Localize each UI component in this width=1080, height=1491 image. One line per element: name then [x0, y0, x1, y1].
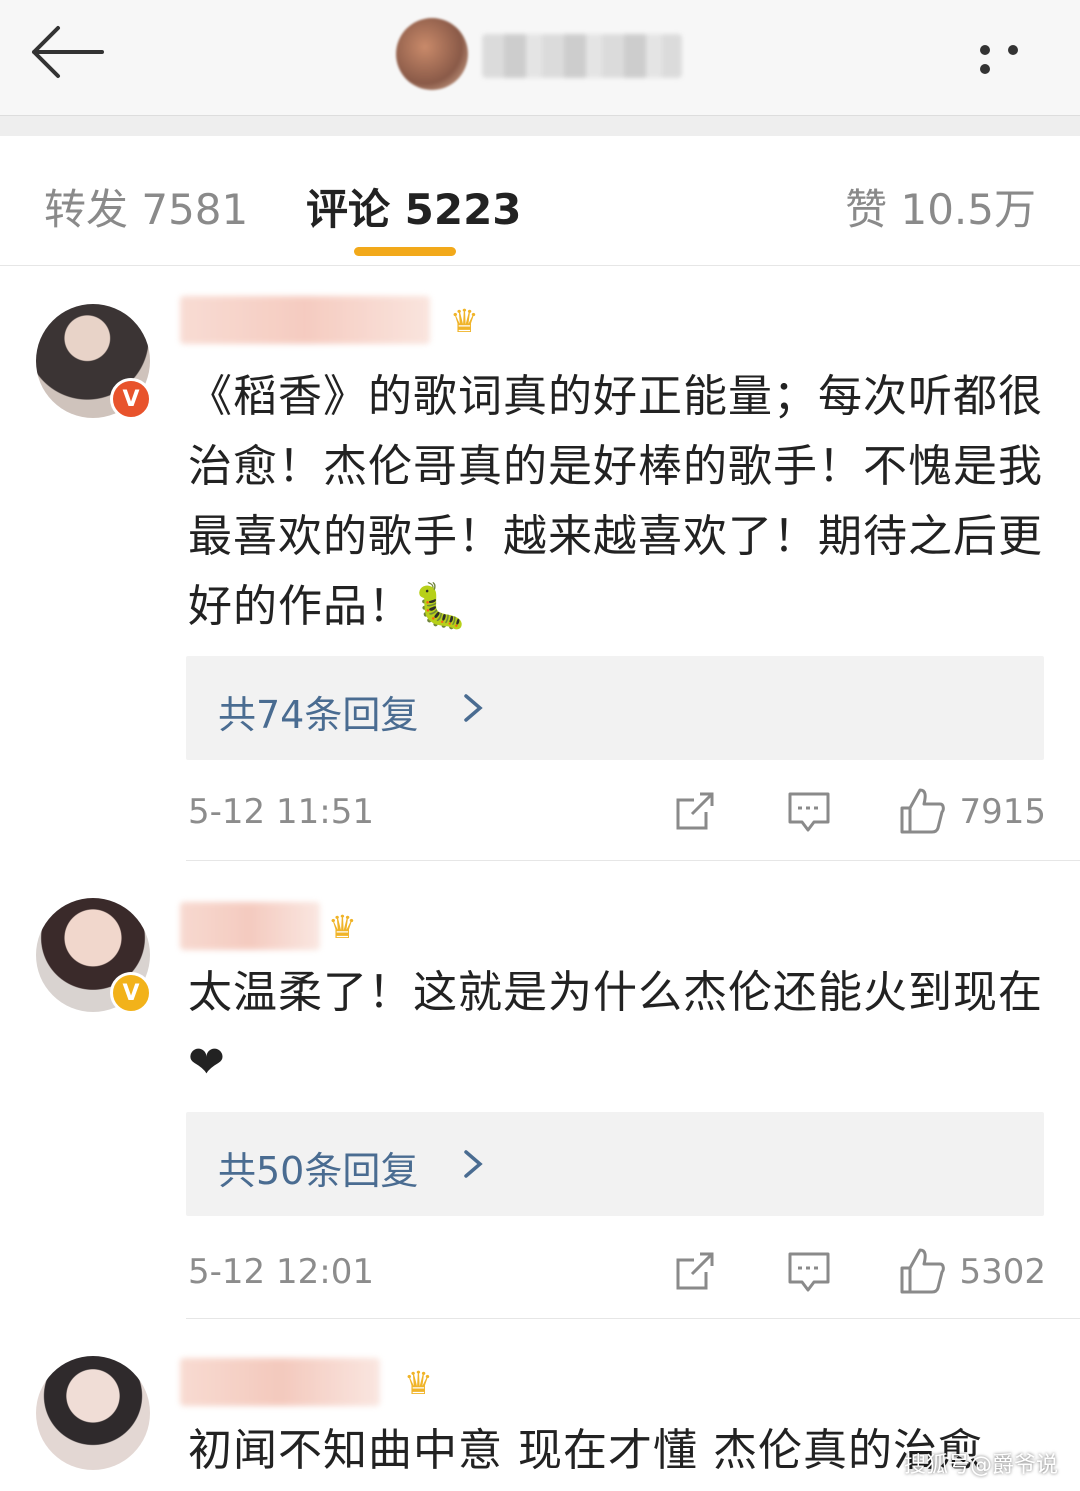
chevron-right-icon [464, 694, 483, 722]
share-icon[interactable] [670, 1246, 720, 1296]
section-gap [0, 116, 1080, 136]
comment-icon[interactable] [784, 786, 834, 836]
verified-red-v-icon: V [110, 378, 152, 420]
tab-active-indicator [354, 247, 456, 256]
replies-link[interactable]: 共74条回复 [186, 656, 1044, 760]
divider [186, 860, 1080, 861]
share-icon[interactable] [670, 786, 720, 836]
member-crown-icon: ♛ [450, 302, 479, 340]
member-crown-icon: ♛ [328, 908, 357, 946]
replies-count: 共74条回复 [218, 693, 419, 737]
tab-likes[interactable]: 赞 10.5万 [845, 176, 1036, 237]
member-crown-icon: ♛ [404, 1364, 433, 1402]
watermark: 搜狐号@爵爷说 [903, 1453, 1058, 1478]
avatar[interactable]: V [36, 304, 152, 420]
username-blurred[interactable] [180, 902, 320, 950]
username-blurred[interactable] [180, 1358, 380, 1406]
tab-comments[interactable]: 评论 5223 [306, 176, 522, 237]
replies-count: 共50条回复 [218, 1149, 419, 1193]
like-count: 5302 [959, 1252, 1046, 1292]
comment-meta: 5-12 12:01 5302 [188, 1246, 1046, 1296]
chevron-right-icon [464, 1150, 483, 1178]
author-name-blurred [482, 34, 682, 78]
comment-icon[interactable] [784, 1246, 834, 1296]
replies-link[interactable]: 共50条回复 [186, 1112, 1044, 1216]
top-bar [0, 0, 1080, 116]
like-thumb-icon[interactable] [896, 786, 946, 836]
comment-time: 5-12 12:01 [188, 1252, 374, 1292]
verified-gold-v-icon: V [110, 972, 152, 1014]
more-dots-icon[interactable] [980, 40, 1050, 74]
username-blurred[interactable] [180, 296, 430, 344]
comment-item: V ♛ 《稻香》的歌词真的好正能量；每次听都很治愈！杰伦哥真的是好棒的歌手！不愧… [0, 266, 1080, 862]
comment-text: 太温柔了！这就是为什么杰伦还能火到现在❤ [188, 967, 1043, 1088]
comment-time: 5-12 11:51 [188, 792, 374, 832]
divider [186, 1318, 1080, 1319]
author-avatar[interactable] [396, 18, 468, 90]
arrow-left-icon[interactable] [28, 22, 106, 82]
comment-meta: 5-12 11:51 7915 [188, 786, 1046, 836]
tab-bar: 转发 7581 评论 5223 赞 10.5万 [0, 136, 1080, 266]
comment-text: 《稻香》的歌词真的好正能量；每次听都很治愈！杰伦哥真的是好棒的歌手！不愧是我最喜… [188, 371, 1043, 632]
comment-item: V ♛ 太温柔了！这就是为什么杰伦还能火到现在❤ 共50条回复 5-12 12:… [0, 862, 1080, 1320]
avatar[interactable] [36, 1356, 150, 1470]
like-count: 7915 [959, 792, 1046, 832]
like-thumb-icon[interactable] [896, 1246, 946, 1296]
author-header[interactable] [396, 14, 696, 96]
tab-reposts[interactable]: 转发 7581 [44, 176, 248, 237]
avatar[interactable]: V [36, 898, 152, 1014]
